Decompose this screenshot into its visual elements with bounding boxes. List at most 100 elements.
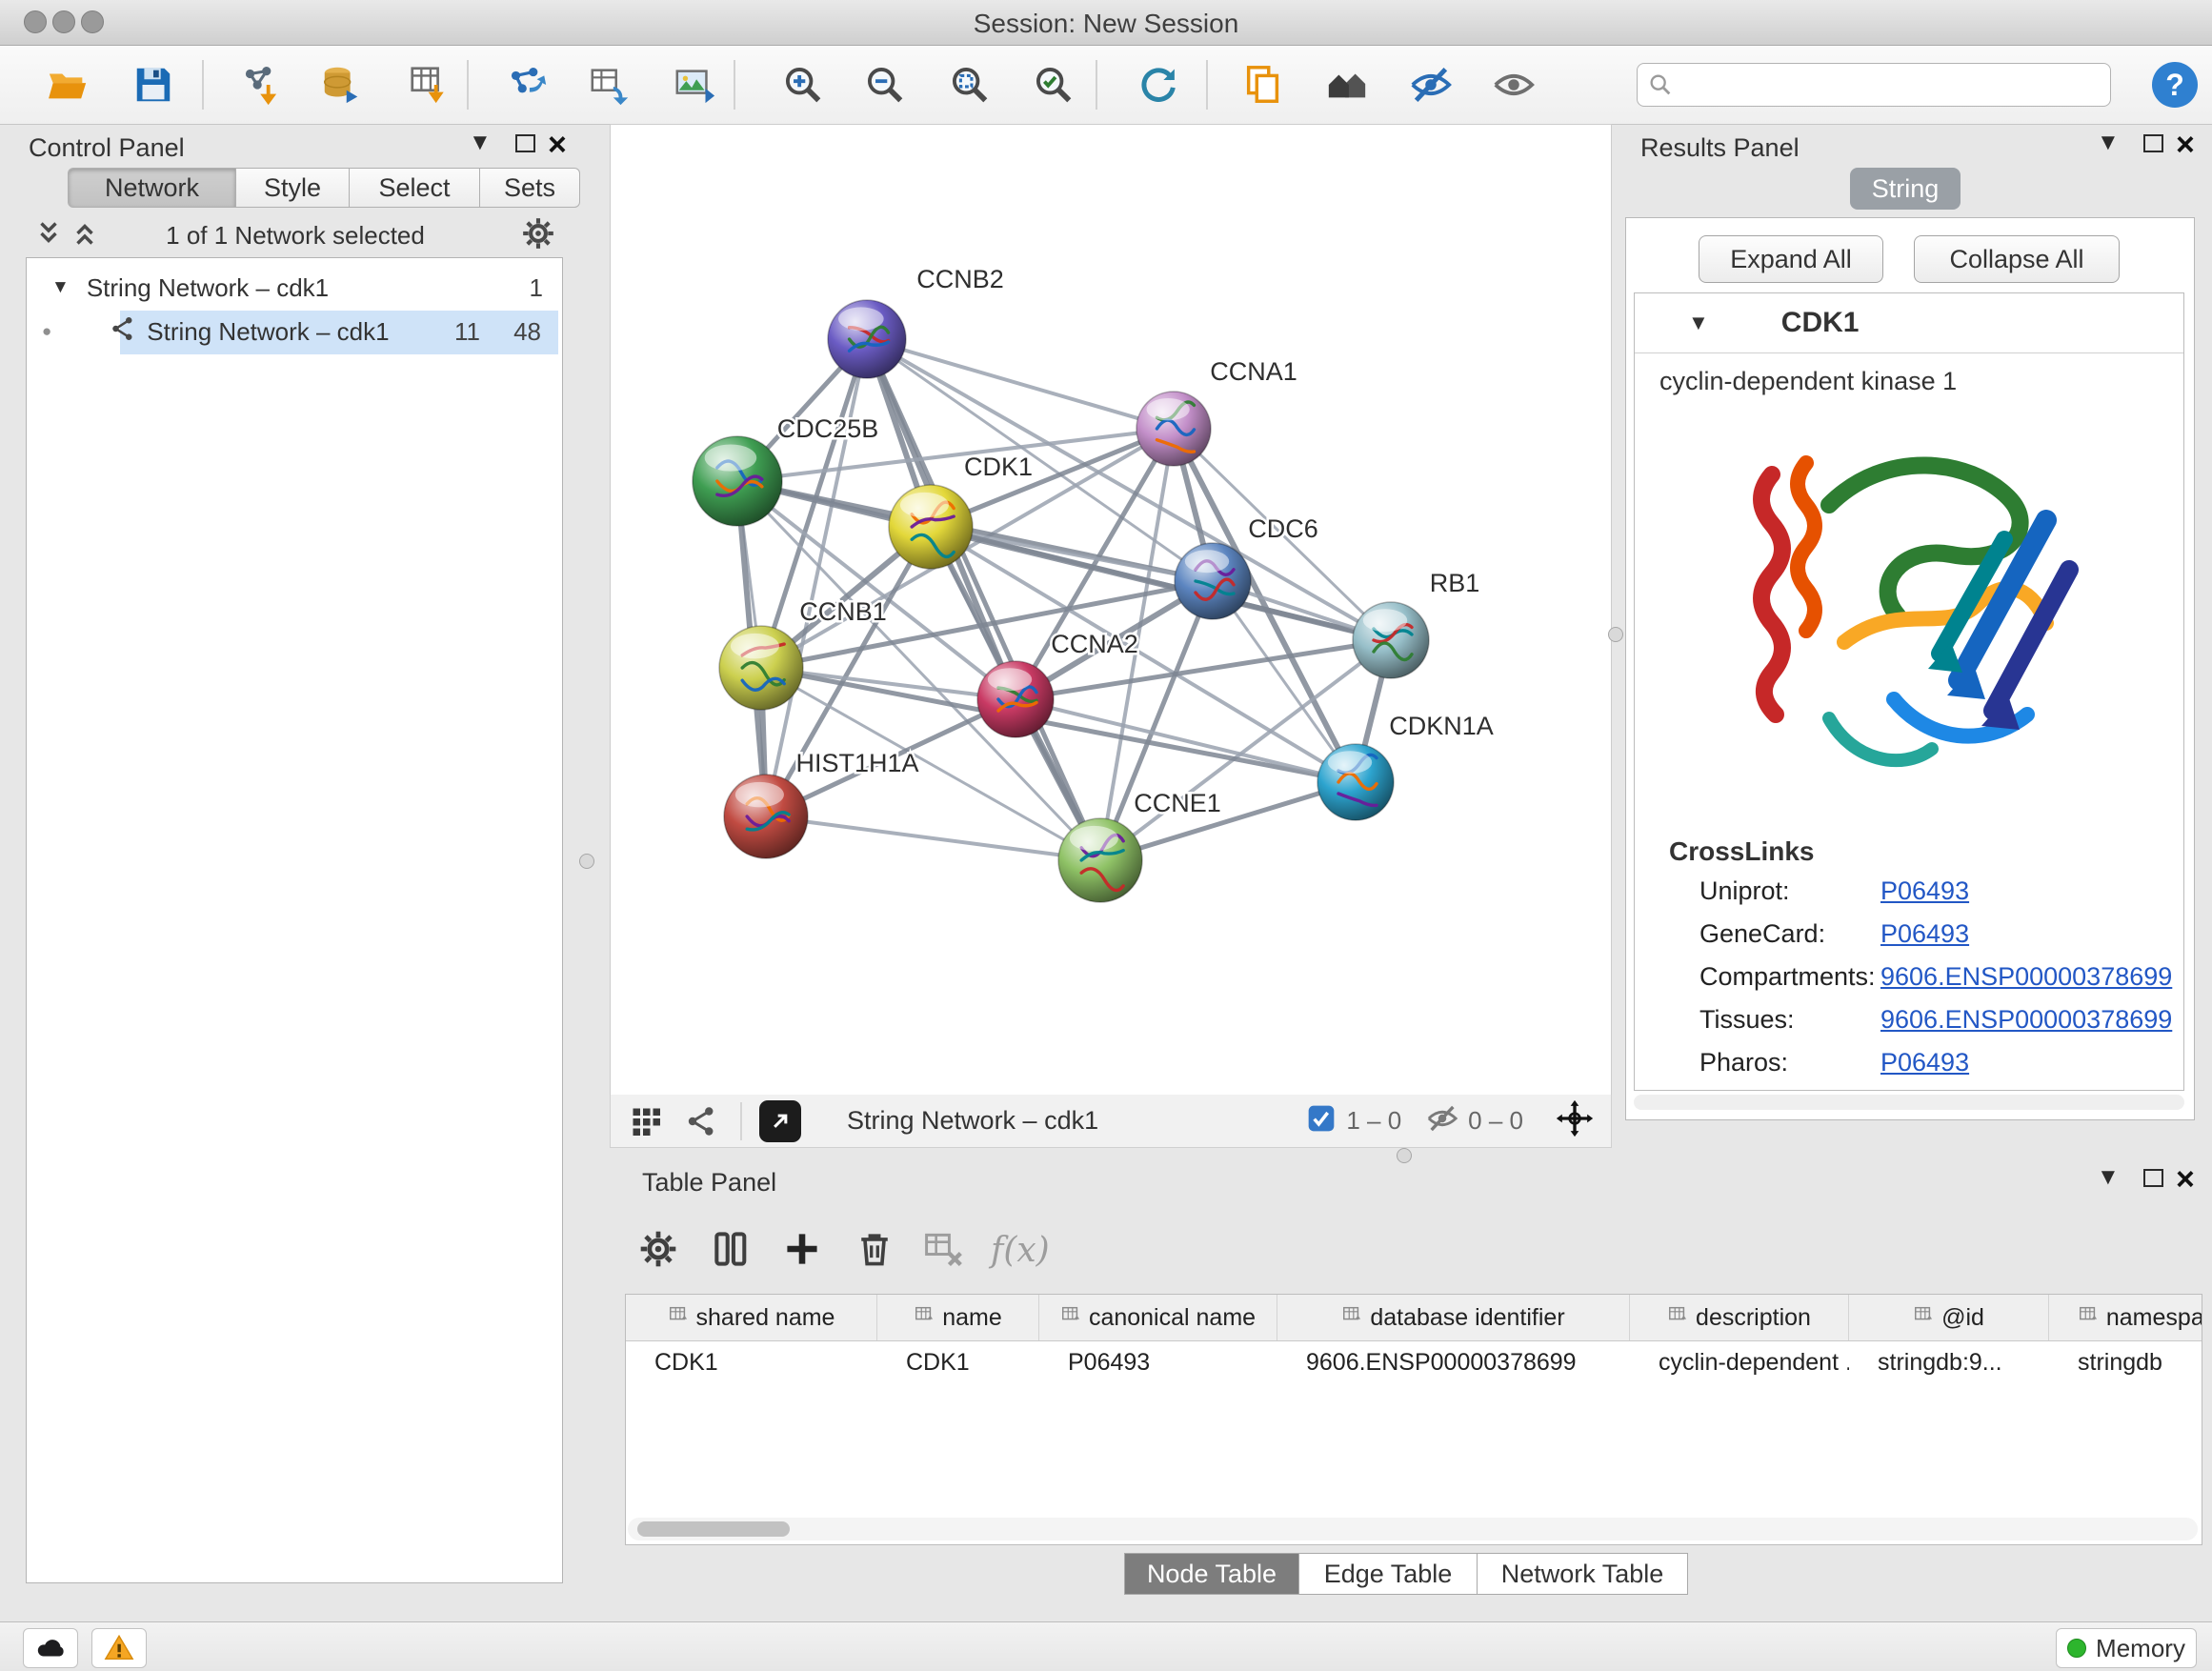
protein-section-header[interactable]: ▼ CDK1	[1635, 293, 2183, 353]
control-panel-close-icon[interactable]: ×	[548, 132, 567, 158]
graph-node-CDC6[interactable]	[1175, 543, 1251, 619]
search-input[interactable]	[1674, 70, 2101, 101]
tab-network-table[interactable]: Network Table	[1478, 1553, 1688, 1595]
tab-edge-table[interactable]: Edge Table	[1299, 1553, 1478, 1595]
new-network-icon[interactable]	[503, 60, 553, 110]
graph-node-CCNA1[interactable]	[1136, 392, 1211, 466]
table-panel-float-icon[interactable]	[2143, 1169, 2163, 1187]
expand-all-tree-icon[interactable]	[34, 219, 63, 252]
collapse-all-tree-icon[interactable]	[70, 219, 99, 252]
expand-all-button[interactable]: Expand All	[1699, 235, 1883, 283]
results-panel-close-icon[interactable]: ×	[2176, 132, 2195, 158]
scrollbar-thumb[interactable]	[637, 1521, 790, 1537]
graph-node-CCNB1[interactable]	[719, 626, 803, 710]
collapse-all-button[interactable]: Collapse All	[1914, 235, 2120, 283]
import-network-database-icon[interactable]	[316, 60, 366, 110]
refresh-icon[interactable]	[1134, 60, 1183, 110]
fit-content-crosshair-icon[interactable]	[1556, 1099, 1594, 1142]
table-horizontal-scrollbar[interactable]	[628, 1518, 2198, 1540]
graph-node-CCNE1[interactable]	[1058, 818, 1142, 902]
table-settings-gear-icon[interactable]	[636, 1227, 680, 1271]
right-splitter-handle[interactable]	[1608, 627, 1623, 642]
column-header-description[interactable]: description	[1630, 1295, 1849, 1340]
tab-node-table[interactable]: Node Table	[1124, 1553, 1299, 1595]
table-cell[interactable]: stringdb:9...	[1849, 1349, 2049, 1377]
column-header-shared-name[interactable]: shared name	[626, 1295, 877, 1340]
table-panel-close-icon[interactable]: ×	[2176, 1167, 2195, 1193]
crosslink-link[interactable]: 9606.ENSP00000378699	[1880, 962, 2172, 992]
graph-node-RB1[interactable]	[1353, 602, 1429, 678]
open-in-string-icon[interactable]	[759, 1100, 801, 1142]
copy-document-icon[interactable]	[1238, 60, 1288, 110]
section-disclosure-icon[interactable]: ▼	[1688, 311, 1709, 335]
results-panel-float-icon[interactable]	[2143, 134, 2163, 152]
show-columns-icon[interactable]	[709, 1227, 753, 1271]
crosslink-link[interactable]: P06493	[1880, 876, 1969, 906]
hide-selected-eye-slash-icon[interactable]	[1406, 60, 1456, 110]
tab-sets[interactable]: Sets	[480, 168, 580, 208]
tab-select[interactable]: Select	[350, 168, 480, 208]
crosslink-link[interactable]: P06493	[1880, 1048, 1969, 1077]
network-options-gear-icon[interactable]	[520, 215, 556, 256]
crosslink-link[interactable]: P06493	[1880, 919, 1969, 949]
column-header-name[interactable]: name	[877, 1295, 1039, 1340]
graph-node-HIST1H1A[interactable]	[724, 775, 808, 858]
tab-style[interactable]: Style	[236, 168, 350, 208]
hidden-eye-slash-icon[interactable]	[1426, 1102, 1458, 1139]
table-cell[interactable]: 9606.ENSP00000378699	[1277, 1349, 1630, 1377]
tab-network[interactable]: Network	[68, 168, 236, 208]
save-session-icon[interactable]	[129, 60, 178, 110]
graph-node-CCNB2[interactable]	[828, 300, 906, 378]
results-scrollbar[interactable]	[1634, 1095, 2184, 1110]
table-panel-collapse-icon[interactable]: ▼	[2097, 1166, 2120, 1189]
results-tab-string[interactable]: String	[1850, 168, 1961, 210]
network-tree-root-row[interactable]: ▼ String Network – cdk1 1	[27, 266, 562, 310]
import-table-icon[interactable]	[404, 60, 453, 110]
import-network-file-icon[interactable]	[236, 60, 286, 110]
column-header-namespace[interactable]: namespace	[2049, 1295, 2202, 1340]
memory-button[interactable]: Memory	[2056, 1628, 2197, 1668]
zoom-out-icon[interactable]	[860, 60, 910, 110]
help-icon[interactable]: ?	[2152, 62, 2198, 108]
table-row[interactable]: CDK1CDK1P064939606.ENSP00000378699cyclin…	[626, 1341, 2202, 1383]
zoom-in-icon[interactable]	[778, 60, 828, 110]
column-header-database-identifier[interactable]: database identifier	[1277, 1295, 1630, 1340]
network-canvas[interactable]: CCNB2CCNA1CDC25BCDK1CDC6RB1CCNB1CCNA2CDK…	[610, 124, 1612, 1096]
show-all-eye-icon[interactable]	[1489, 60, 1538, 110]
selected-checkbox-icon[interactable]	[1306, 1103, 1337, 1138]
network-tree-row-selected[interactable]: ● String Network – cdk1 11 48	[27, 310, 562, 353]
control-panel-collapse-icon[interactable]: ▼	[469, 131, 492, 154]
results-panel-collapse-icon[interactable]: ▼	[2097, 131, 2120, 154]
graph-node-CDC25B[interactable]	[693, 436, 782, 526]
table-cell[interactable]: CDK1	[877, 1349, 1039, 1377]
network-graph[interactable]: CCNB2CCNA1CDC25BCDK1CDC6RB1CCNB1CCNA2CDK…	[611, 125, 1611, 1095]
zoom-fit-icon[interactable]	[945, 60, 995, 110]
table-cell[interactable]: cyclin-dependent ...	[1630, 1349, 1849, 1377]
left-splitter-handle[interactable]	[579, 854, 594, 869]
zoom-selected-icon[interactable]	[1029, 60, 1078, 110]
crosslink-link[interactable]: 9606.ENSP00000378699	[1880, 1005, 2172, 1035]
column-header-@id[interactable]: @id	[1849, 1295, 2049, 1340]
export-image-icon[interactable]	[670, 60, 719, 110]
warnings-button[interactable]	[91, 1628, 147, 1668]
graph-node-CDKN1A[interactable]	[1317, 744, 1394, 820]
column-header-canonical-name[interactable]: canonical name	[1039, 1295, 1277, 1340]
open-session-icon[interactable]	[43, 60, 92, 110]
function-builder-icon[interactable]: f(x)	[991, 1231, 1050, 1270]
create-column-icon[interactable]	[780, 1227, 824, 1271]
birdseye-view-icon[interactable]	[624, 1099, 668, 1143]
share-network-icon[interactable]	[679, 1099, 723, 1143]
table-cell[interactable]: stringdb	[2049, 1349, 2202, 1377]
tree-disclosure-icon[interactable]: ▼	[51, 277, 70, 298]
graph-node-CCNA2[interactable]	[977, 661, 1054, 737]
delete-table-icon[interactable]	[921, 1227, 965, 1271]
delete-column-icon[interactable]	[853, 1227, 896, 1271]
table-cell[interactable]: CDK1	[626, 1349, 877, 1377]
graph-node-CDK1[interactable]	[889, 485, 973, 569]
search-box[interactable]	[1637, 63, 2111, 107]
bottom-splitter-handle[interactable]	[1397, 1148, 1412, 1163]
network-from-table-icon[interactable]	[585, 60, 634, 110]
home-networks-icon[interactable]	[1322, 60, 1372, 110]
table-cell[interactable]: P06493	[1039, 1349, 1277, 1377]
cloud-status-button[interactable]	[23, 1628, 78, 1668]
